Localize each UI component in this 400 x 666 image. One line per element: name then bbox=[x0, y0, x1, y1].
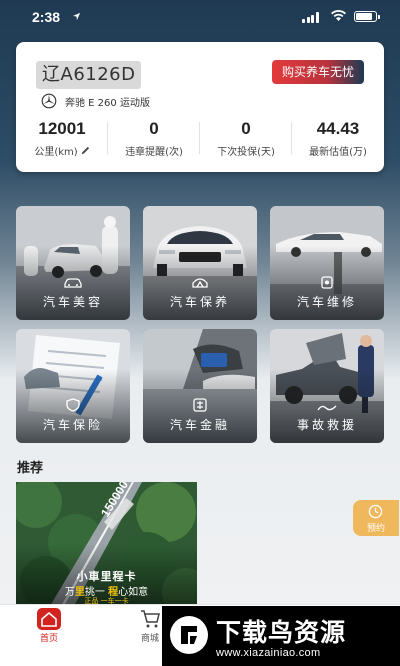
finance-coin-icon bbox=[193, 398, 207, 412]
stat-label-row: 公里(km) bbox=[34, 143, 89, 158]
stat-value: 0 bbox=[241, 119, 251, 138]
service-label: 汽车维修 bbox=[296, 295, 357, 309]
home-icon bbox=[37, 608, 61, 630]
vehicle-model: 奔驰 E 260 运动版 bbox=[65, 97, 150, 109]
reserve-label: 预约 bbox=[366, 524, 385, 534]
stat-value: 12001 bbox=[38, 119, 86, 138]
car-service-icon bbox=[192, 278, 208, 288]
status-bar: 2:38 bbox=[0, 0, 400, 34]
mercedes-logo-icon bbox=[41, 93, 57, 109]
stat-value: 0 bbox=[149, 119, 159, 138]
stat-mileage[interactable]: 12001 公里(km) bbox=[16, 118, 108, 162]
vehicle-stats: 12001 公里(km) 0 违章提醒(次) 0 下次投保(天) 44.43 最… bbox=[16, 118, 384, 162]
site-watermark: 下载鸟资源 www.xiazainiao.com bbox=[162, 606, 400, 666]
shopping-cart-icon bbox=[141, 610, 160, 628]
buy-care-package-button[interactable]: 购买养车无忧 bbox=[271, 60, 364, 84]
stat-next-insurance[interactable]: 0 下次投保(天) bbox=[200, 118, 292, 162]
service-tile-finance[interactable]: 汽车金融 bbox=[143, 329, 257, 443]
pencil-icon[interactable] bbox=[81, 146, 90, 155]
insurance-shield-icon bbox=[66, 398, 80, 412]
cellular-signal-icon bbox=[302, 12, 320, 23]
license-plate[interactable]: 辽A6126D bbox=[36, 61, 142, 89]
service-tile-repair[interactable]: 汽车维修 bbox=[270, 206, 384, 320]
stat-label: 公里(km) bbox=[34, 147, 78, 158]
bird-logo-icon bbox=[170, 616, 208, 654]
recommend-title: 推荐 bbox=[17, 461, 44, 476]
mileage-card-banner[interactable]: 150000 小車里程卡 万里挑一 程心如意 正品 一车一卡 bbox=[16, 482, 197, 606]
wifi-icon bbox=[331, 9, 346, 21]
tab-home[interactable]: 首页 bbox=[19, 605, 79, 645]
banner-title: 小車里程卡 bbox=[76, 570, 137, 583]
battery-icon bbox=[354, 11, 380, 22]
reserve-button[interactable]: 预约 bbox=[353, 500, 399, 536]
service-label: 汽车保养 bbox=[169, 295, 230, 309]
stat-valuation[interactable]: 44.43 最新估值(万) bbox=[292, 118, 384, 162]
service-tile-rescue[interactable]: 事故救援 bbox=[270, 329, 384, 443]
status-time: 2:38 bbox=[32, 9, 61, 25]
service-label: 事故救援 bbox=[296, 418, 357, 432]
watermark-title: 下载鸟资源 bbox=[216, 618, 347, 647]
car-repair-icon bbox=[321, 276, 333, 289]
location-arrow-icon bbox=[72, 12, 81, 21]
stat-label: 违章提醒(次) bbox=[125, 147, 183, 158]
rescue-tow-icon bbox=[317, 405, 337, 411]
service-label: 汽车美容 bbox=[42, 295, 103, 309]
stat-value: 44.43 bbox=[316, 119, 360, 138]
car-wash-icon bbox=[64, 278, 82, 288]
service-tile-maintenance[interactable]: 汽车保养 bbox=[143, 206, 257, 320]
service-label: 汽车保险 bbox=[42, 418, 103, 432]
stat-violations[interactable]: 0 违章提醒(次) bbox=[108, 118, 200, 162]
stat-label: 最新估值(万) bbox=[309, 147, 367, 158]
vehicle-model-row: 奔驰 E 260 运动版 bbox=[41, 91, 150, 111]
clock-icon bbox=[368, 504, 383, 519]
service-label: 汽车金融 bbox=[169, 418, 230, 432]
vehicle-card[interactable]: 辽A6126D 购买养车无忧 奔驰 E 260 运动版 12001 公里(km)… bbox=[16, 42, 384, 172]
watermark-url: www.xiazainiao.com bbox=[216, 647, 321, 659]
service-tile-beauty[interactable]: 汽车美容 bbox=[16, 206, 130, 320]
stat-label: 下次投保(天) bbox=[217, 147, 275, 158]
tab-label: 首页 bbox=[39, 634, 58, 644]
service-tile-insurance[interactable]: 汽车保险 bbox=[16, 329, 130, 443]
